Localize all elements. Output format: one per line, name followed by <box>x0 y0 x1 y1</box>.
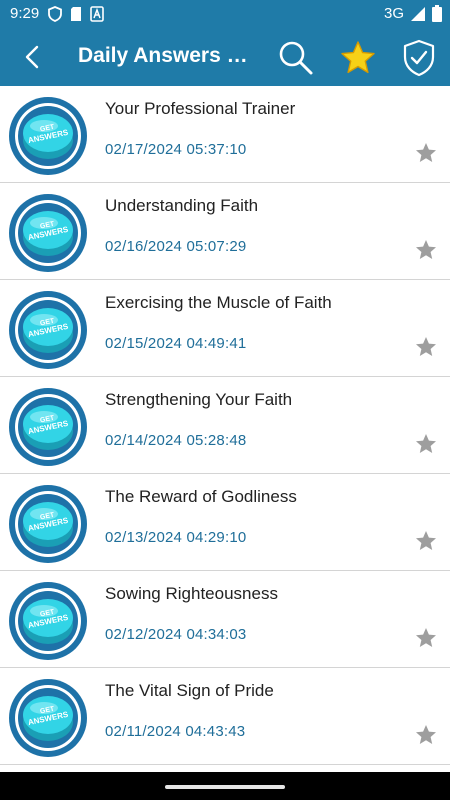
shield-notification-icon <box>48 6 62 22</box>
favorite-star-icon[interactable] <box>414 238 438 262</box>
status-right: 3G <box>384 5 442 22</box>
font-a-icon <box>90 6 104 22</box>
item-title: Sowing Righteousness <box>105 584 278 603</box>
shield-check-icon <box>403 39 435 77</box>
item-title: The Vital Sign of Pride <box>105 681 274 700</box>
signal-icon <box>411 6 425 21</box>
item-title: The Reward of Godliness <box>105 487 297 506</box>
get-answers-button-icon: GET ANSWERS <box>9 582 87 660</box>
item-date: 02/17/2024 05:37:10 <box>105 141 247 158</box>
favorite-star-icon[interactable] <box>414 626 438 650</box>
page-title: Daily Answers D... <box>78 44 258 67</box>
search-icon <box>279 41 313 75</box>
app-bar: Daily Answers D... <box>0 28 450 86</box>
list-item[interactable]: GET ANSWERS Sowing Righteousness 02/12/2… <box>0 571 450 668</box>
status-notification-icons <box>48 6 104 22</box>
item-title: Your Professional Trainer <box>105 99 296 118</box>
list-item[interactable]: GET ANSWERS Your Professional Trainer 02… <box>0 86 450 183</box>
favorites-button[interactable] <box>340 40 376 76</box>
answers-list: GET ANSWERS Your Professional Trainer 02… <box>0 86 450 772</box>
list-item[interactable]: GET ANSWERS Strengthening Your Faith 02/… <box>0 377 450 474</box>
sd-card-icon <box>71 7 81 21</box>
favorite-star-icon[interactable] <box>414 432 438 456</box>
get-answers-button-icon: GET ANSWERS <box>9 679 87 757</box>
search-button[interactable] <box>278 40 314 76</box>
item-title: Strengthening Your Faith <box>105 390 293 409</box>
list-item[interactable]: GET ANSWERS Exercising the Muscle of Fai… <box>0 280 450 377</box>
item-date: 02/13/2024 04:29:10 <box>105 529 247 546</box>
get-answers-button-icon: GET ANSWERS <box>9 388 87 466</box>
get-answers-button-icon: GET ANSWERS <box>9 291 87 369</box>
item-title: Understanding Faith <box>105 196 259 215</box>
shield-button[interactable] <box>402 39 436 77</box>
get-answers-button-icon: GET ANSWERS <box>9 485 87 563</box>
favorite-star-icon[interactable] <box>414 335 438 359</box>
favorite-star-icon[interactable] <box>414 723 438 747</box>
status-time: 9:29 <box>10 5 40 22</box>
item-date: 02/14/2024 05:28:48 <box>105 432 247 449</box>
back-arrow-icon <box>25 45 39 69</box>
favorite-star-icon[interactable] <box>414 529 438 553</box>
item-date: 02/16/2024 05:07:29 <box>105 238 247 255</box>
home-gesture-handle[interactable] <box>165 785 285 789</box>
system-nav-bar <box>0 772 450 800</box>
list-item[interactable]: GET ANSWERS The Reward of Godliness 02/1… <box>0 474 450 571</box>
list-item[interactable]: GET ANSWERS Understanding Faith 02/16/20… <box>0 183 450 280</box>
item-date: 02/11/2024 04:43:43 <box>105 723 246 740</box>
network-type: 3G <box>383 5 404 22</box>
battery-icon <box>432 5 442 22</box>
get-answers-button-icon: GET ANSWERS <box>9 97 87 175</box>
star-icon <box>341 41 375 74</box>
favorite-star-icon[interactable] <box>414 141 438 165</box>
item-date: 02/12/2024 04:34:03 <box>105 626 247 643</box>
back-button[interactable] <box>18 42 48 72</box>
item-title: Exercising the Muscle of Faith <box>105 293 332 312</box>
list-item[interactable]: GET ANSWERS The Vital Sign of Pride 02/1… <box>0 668 450 765</box>
item-date: 02/15/2024 04:49:41 <box>105 335 247 352</box>
status-bar: 9:29 3G <box>0 0 450 28</box>
get-answers-button-icon: GET ANSWERS <box>9 194 87 272</box>
